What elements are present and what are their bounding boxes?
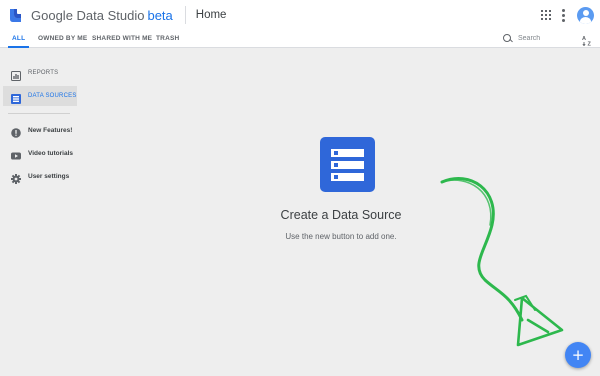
empty-state-title: Create a Data Source xyxy=(280,208,402,222)
reports-icon xyxy=(11,68,21,81)
empty-state: Create a Data Source Use the new button … xyxy=(82,49,600,376)
beta-tag: beta xyxy=(147,7,173,23)
search-box xyxy=(503,30,576,47)
new-features-icon xyxy=(11,125,21,138)
search-input[interactable] xyxy=(518,35,576,42)
svg-text:Z: Z xyxy=(588,42,592,47)
sidebar-divider xyxy=(8,113,70,114)
tab-shared-with-me[interactable]: SHARED WITH ME xyxy=(92,30,152,47)
logo-link[interactable]: Google Data Studio beta xyxy=(0,0,173,30)
data-sources-icon xyxy=(11,91,21,104)
sort-az-icon[interactable]: A Z xyxy=(582,33,594,48)
sidebar-item-label: Video tutorials xyxy=(28,149,74,157)
more-vert-icon[interactable] xyxy=(562,8,565,22)
data-source-list-icon xyxy=(320,137,375,192)
tab-owned-by-me[interactable]: OWNED BY ME xyxy=(38,30,87,47)
sidebar-item-label: REPORTS xyxy=(28,70,59,76)
sidebar-item-label: User settings xyxy=(28,172,70,180)
apps-grid-icon[interactable] xyxy=(541,10,551,20)
title-divider xyxy=(184,6,186,24)
account-avatar-icon[interactable] xyxy=(577,6,594,24)
sidebar-nav: REPORTS DATA SOURCES New Features! Video… xyxy=(0,49,82,376)
tab-all[interactable]: ALL xyxy=(7,30,30,48)
sidebar-item-label: DATA SOURCES xyxy=(28,93,77,99)
header-actions xyxy=(541,0,594,30)
sidebar-item-label: New Features! xyxy=(28,126,73,134)
sidebar-item-data-sources[interactable]: DATA SOURCES xyxy=(3,86,77,106)
filter-tabs-bar: ALL OWNED BY ME SHARED WITH ME TRASH A Z xyxy=(0,30,600,48)
settings-gear-icon xyxy=(11,171,21,184)
top-app-bar: Google Data Studio beta Home xyxy=(0,0,600,30)
brand-name: Google Data Studio beta xyxy=(31,8,173,23)
video-icon xyxy=(11,148,21,160)
sidebar-item-reports[interactable]: REPORTS xyxy=(3,63,77,83)
svg-text:A: A xyxy=(582,36,586,42)
sidebar-item-video-tutorials[interactable]: Video tutorials xyxy=(3,143,77,163)
data-studio-logo-icon xyxy=(9,8,22,23)
sidebar-item-user-settings[interactable]: User settings xyxy=(3,166,77,186)
tab-trash[interactable]: TRASH xyxy=(156,30,179,47)
search-icon[interactable] xyxy=(503,33,513,44)
page-title: Home xyxy=(195,9,227,21)
add-new-button[interactable]: + xyxy=(565,342,591,368)
brand-text: Google Data Studio xyxy=(31,7,145,23)
sidebar-item-new-features[interactable]: New Features! xyxy=(3,120,77,140)
empty-state-subtitle: Use the new button to add one. xyxy=(285,232,397,241)
